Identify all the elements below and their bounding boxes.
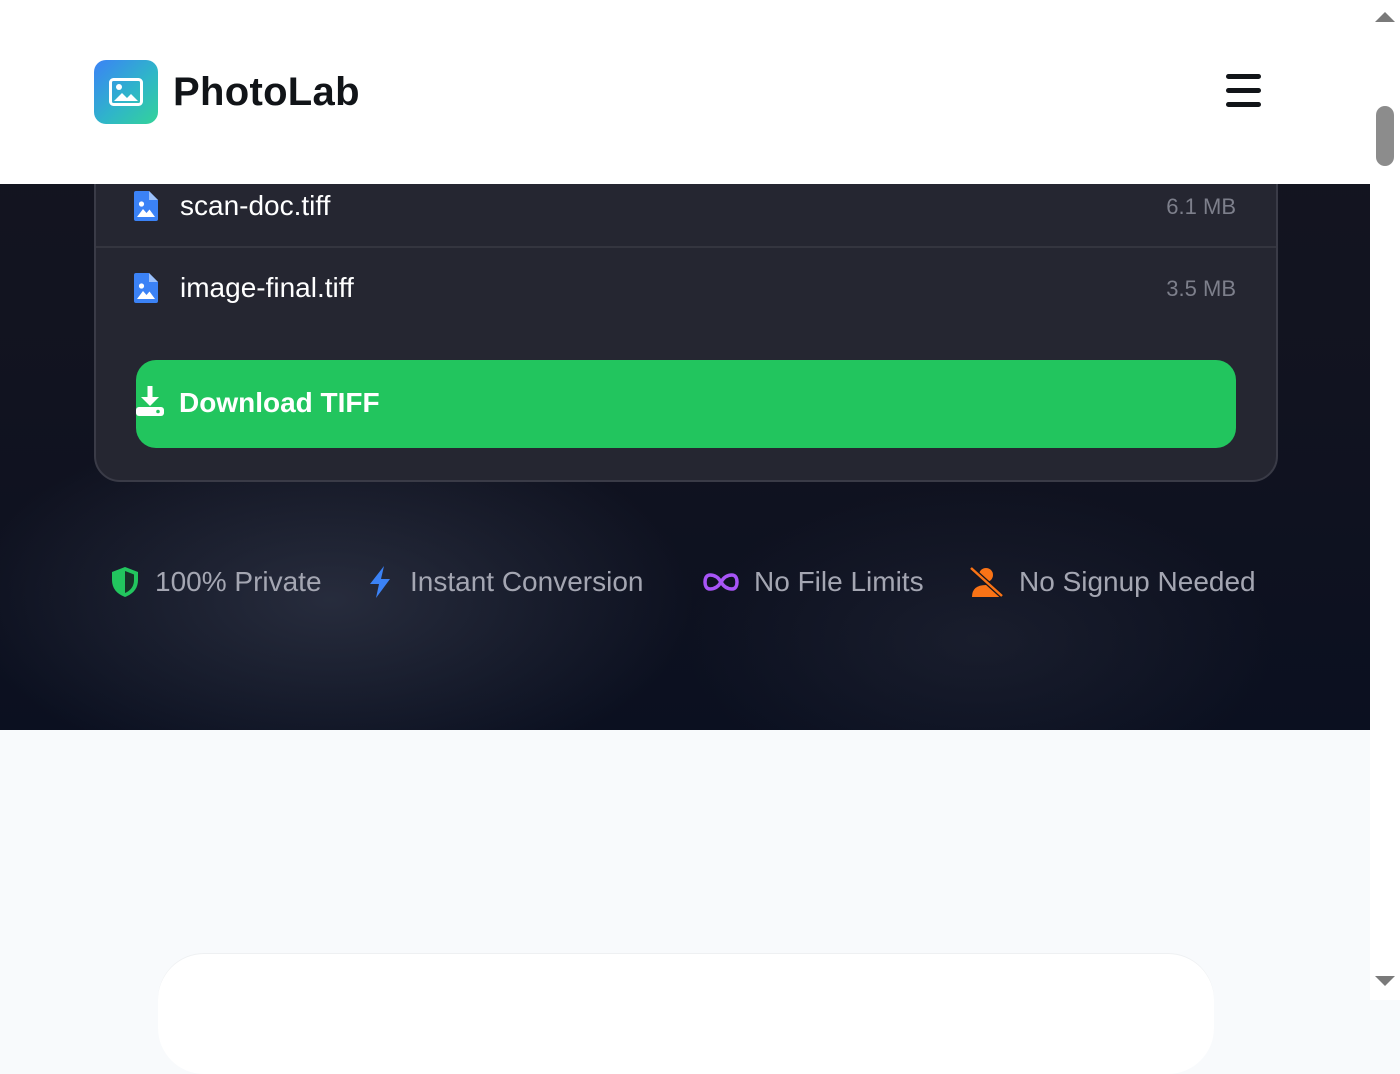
feature-instant: Instant Conversion: [365, 562, 643, 602]
hamburger-menu-button[interactable]: [1224, 72, 1262, 110]
user-slash-icon: [968, 566, 1004, 598]
logo[interactable]: [94, 60, 158, 124]
page-scrollbar[interactable]: [1370, 0, 1400, 1000]
file-name: image-final.tiff: [180, 272, 354, 303]
brand-name[interactable]: PhotoLab: [173, 64, 360, 120]
file-size: 6.1 MB: [1166, 194, 1236, 219]
file-image-icon: [134, 191, 158, 221]
download-button-label: Download TIFF: [179, 387, 380, 418]
file-name: scan-doc.tiff: [180, 190, 331, 221]
content-card: [158, 954, 1214, 1074]
feature-label: 100% Private: [155, 566, 322, 597]
lightning-icon: [365, 566, 395, 598]
file-row: image-final.tiff 3.5 MB: [96, 248, 1276, 330]
feature-no-signup: No Signup Needed: [968, 562, 1256, 602]
hamburger-menu-icon: [1226, 74, 1261, 79]
feature-label: No Signup Needed: [1019, 566, 1256, 597]
feature-no-limits: No File Limits: [703, 562, 924, 602]
image-icon: [109, 78, 143, 106]
scroll-down-icon[interactable]: [1375, 976, 1395, 986]
scroll-thumb[interactable]: [1376, 106, 1394, 166]
feature-label: Instant Conversion: [410, 566, 644, 597]
infinity-icon: [703, 567, 739, 597]
file-image-icon: [134, 273, 158, 303]
download-tiff-button[interactable]: Download TIFF: [136, 360, 1236, 448]
download-icon: [136, 386, 164, 416]
shield-icon: [110, 567, 140, 597]
scroll-up-icon[interactable]: [1375, 12, 1395, 22]
feature-private: 100% Private: [110, 562, 322, 602]
top-header: PhotoLab: [0, 0, 1370, 184]
feature-label: No File Limits: [754, 566, 924, 597]
file-size: 3.5 MB: [1166, 276, 1236, 301]
